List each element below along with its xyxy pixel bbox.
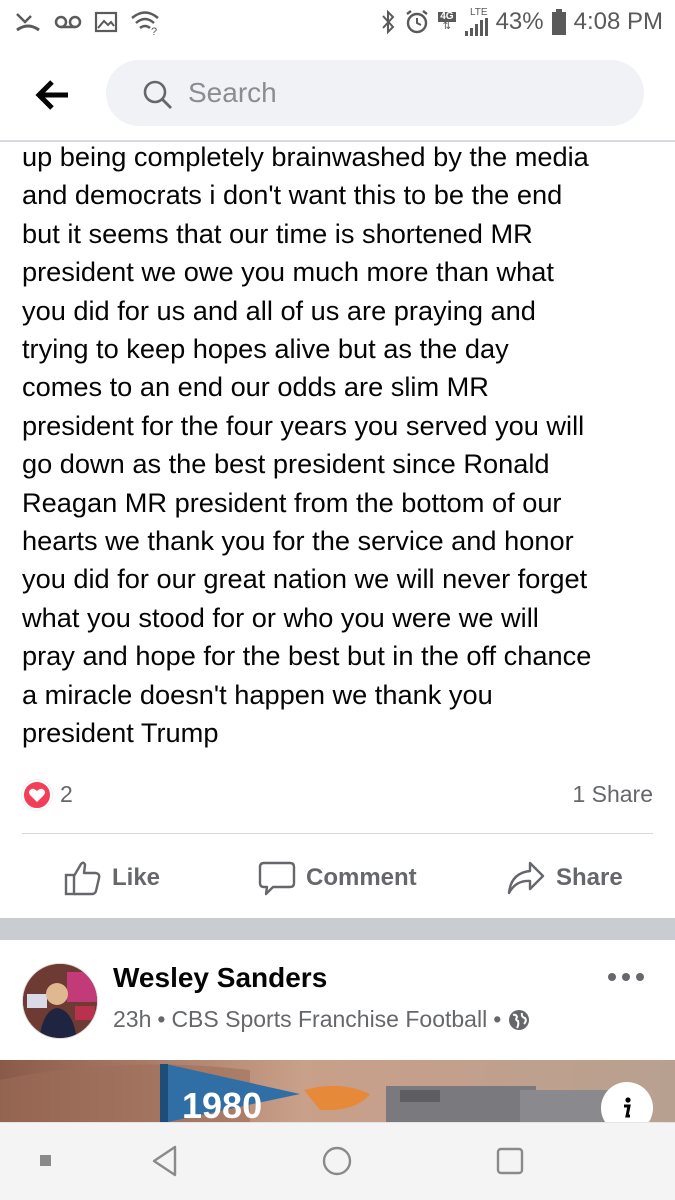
feed-separator [0, 918, 675, 940]
status-left-icons: ? [14, 9, 160, 35]
bluetooth-icon [382, 9, 395, 35]
post-image-text: 1980 [182, 1085, 262, 1122]
missed-call-icon [16, 13, 40, 32]
clock: 4:08 PM [573, 8, 663, 35]
battery-percent: 43% [495, 8, 544, 35]
post-actions: Like Comment Share [0, 848, 675, 908]
more-options-button[interactable] [606, 964, 646, 990]
search-icon [143, 80, 172, 109]
system-nav-bar [0, 1122, 675, 1200]
signal-icon [464, 18, 488, 36]
share-label: Share [556, 864, 623, 891]
more-icon [608, 973, 644, 981]
post-source[interactable]: CBS Sports Franchise Football [171, 1006, 487, 1033]
avatar[interactable] [22, 963, 98, 1039]
search-placeholder: Search [188, 77, 277, 108]
share-icon [507, 861, 545, 895]
gallery-icon [94, 11, 118, 33]
nav-recents-button[interactable] [494, 1143, 526, 1184]
like-label: Like [112, 864, 161, 891]
comment-label: Comment [306, 864, 417, 891]
share-count[interactable]: 1 Share [572, 781, 653, 808]
nav-home-icon [322, 1146, 352, 1176]
nav-back-icon [152, 1145, 177, 1177]
share-button[interactable]: Share [506, 848, 623, 908]
divider [22, 833, 653, 834]
meta-separator: • [157, 1006, 166, 1032]
search-header: Search [0, 46, 675, 142]
heart-icon [29, 788, 45, 802]
nav-home-button[interactable] [321, 1143, 353, 1184]
post-image[interactable]: 1980 [0, 1060, 675, 1122]
battery-icon [551, 9, 566, 35]
like-icon [64, 861, 101, 896]
wifi-icon: ? [131, 11, 159, 35]
back-button[interactable] [30, 72, 76, 118]
nav-recents-icon [496, 1147, 524, 1175]
post-author[interactable]: Wesley Sanders [113, 962, 327, 994]
globe-icon [509, 1009, 530, 1030]
svg-text:?: ? [151, 26, 157, 35]
alarm-icon [406, 10, 428, 34]
lte-tag: LTE [469, 7, 488, 18]
status-bar: ? 4G ⇅ LTE 43% 4:08 PM [0, 0, 675, 46]
nav-back-button[interactable] [148, 1143, 180, 1184]
avatar-photo [23, 964, 97, 1038]
post-image-art: 1980 [0, 1060, 675, 1122]
meta-separator-2: • [493, 1006, 502, 1032]
back-arrow-icon [35, 80, 68, 110]
reaction-count[interactable]: 2 [60, 781, 73, 808]
post-meta: 23h • CBS Sports Franchise Football • [113, 1006, 531, 1033]
reaction-badge[interactable] [22, 780, 52, 810]
post-text: up being completely brainwashed by the m… [22, 141, 592, 749]
data-arrows: ⇅ [442, 21, 452, 32]
signal-strength: LTE [464, 8, 488, 36]
search-input[interactable]: Search [106, 60, 644, 126]
status-right-icons: 4G ⇅ LTE 43% 4:08 PM [380, 8, 663, 36]
nav-dot-icon [40, 1155, 51, 1166]
comment-icon [258, 861, 296, 896]
info-icon [624, 1097, 631, 1118]
nav-menu-button[interactable] [38, 1153, 54, 1174]
network-type: 4G ⇅ [438, 12, 456, 32]
like-button[interactable]: Like [64, 848, 160, 908]
reactions-row: 2 1 Share [22, 778, 653, 812]
voicemail-icon [54, 15, 82, 29]
comment-button[interactable]: Comment [258, 848, 417, 908]
post-time[interactable]: 23h [113, 1006, 151, 1033]
